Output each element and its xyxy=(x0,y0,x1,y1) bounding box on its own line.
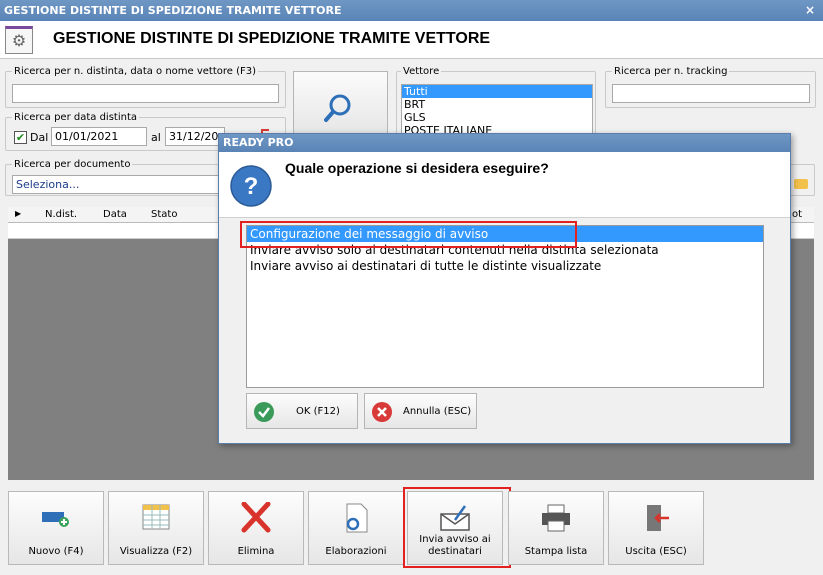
cancel-icon xyxy=(372,402,392,422)
new-button[interactable]: Nuovo (F4) xyxy=(8,491,104,565)
grid-view-icon xyxy=(142,504,170,530)
delete-label: Elimina xyxy=(237,546,275,557)
date-search-label: Ricerca per data distinta xyxy=(12,112,139,123)
send-button-highlight xyxy=(403,487,511,568)
view-button[interactable]: Visualizza (F2) xyxy=(108,491,204,565)
document-search-label: Ricerca per documento xyxy=(12,159,133,170)
number-search-input[interactable] xyxy=(12,84,279,103)
ok-label: OK (F12) xyxy=(296,406,340,417)
operation-dialog: READY PRO ? Quale operazione si desidera… xyxy=(218,133,791,444)
carrier-option[interactable]: BRT xyxy=(402,98,592,111)
carrier-option[interactable]: Tutti xyxy=(402,85,592,98)
delete-icon xyxy=(241,502,271,533)
dialog-header: ? Quale operazione si desidera eseguire? xyxy=(219,152,790,218)
column-header[interactable]: N.dist. xyxy=(45,209,77,220)
from-label: Dal xyxy=(30,131,49,144)
print-list-label: Stampa lista xyxy=(524,546,588,557)
document-select[interactable]: Seleziona... xyxy=(12,175,222,194)
exit-door-icon xyxy=(647,505,669,531)
to-label: al xyxy=(151,131,161,144)
delete-button[interactable]: Elimina xyxy=(208,491,304,565)
search-icon xyxy=(324,94,351,122)
process-label: Elaborazioni xyxy=(325,546,387,557)
ok-check-icon xyxy=(254,402,274,422)
tracking-label: Ricerca per n. tracking xyxy=(612,66,730,77)
svg-text:?: ? xyxy=(244,173,259,200)
number-search-label: Ricerca per n. distinta, data o nome vet… xyxy=(12,66,259,77)
option-send-all[interactable]: Inviare avviso ai destinatari di tutte l… xyxy=(247,258,763,274)
from-date-checkbox[interactable]: ✔ xyxy=(14,131,27,144)
gears-icon: ⚙ xyxy=(5,26,33,54)
from-date-input[interactable]: 01/01/2021 xyxy=(51,127,147,146)
folder-icon[interactable] xyxy=(794,179,808,189)
column-header[interactable]: Stato xyxy=(151,209,177,220)
search-button[interactable] xyxy=(293,71,388,141)
option-highlight xyxy=(240,221,577,248)
view-label: Visualizza (F2) xyxy=(119,546,193,557)
dialog-title: READY PRO xyxy=(219,134,790,152)
printer-icon xyxy=(542,504,570,532)
close-icon[interactable]: × xyxy=(805,0,815,21)
new-icon xyxy=(42,512,69,527)
dialog-question: Quale operazione si desidera eseguire? xyxy=(285,160,549,176)
carrier-option[interactable]: GLS xyxy=(402,111,592,124)
row-indicator-icon: ▶ xyxy=(15,209,22,218)
tracking-input[interactable] xyxy=(612,84,810,103)
column-header[interactable]: Data xyxy=(103,209,127,220)
cancel-label: Annulla (ESC) xyxy=(403,406,472,417)
exit-button[interactable]: Uscita (ESC) xyxy=(608,491,704,565)
window-title: GESTIONE DISTINTE DI SPEDIZIONE TRAMITE … xyxy=(4,4,342,17)
to-date-input[interactable]: 31/12/20 xyxy=(165,127,225,146)
document-gear-icon xyxy=(346,503,368,533)
process-button[interactable]: Elaborazioni xyxy=(308,491,404,565)
column-header[interactable]: ot xyxy=(792,209,802,220)
question-icon: ? xyxy=(230,165,272,207)
new-label: Nuovo (F4) xyxy=(28,546,84,557)
operation-options-list[interactable]: Configurazione dei messaggio di avviso I… xyxy=(246,225,764,388)
exit-label: Uscita (ESC) xyxy=(625,546,687,557)
form-header: ⚙ GESTIONE DISTINTE DI SPEDIZIONE TRAMIT… xyxy=(0,21,823,59)
carrier-list[interactable]: Tutti BRT GLS POSTE ITALIANE xyxy=(401,84,593,134)
ok-button[interactable]: OK (F12) xyxy=(246,393,358,429)
carrier-label: Vettore xyxy=(401,66,442,77)
print-list-button[interactable]: Stampa lista xyxy=(508,491,604,565)
page-title: GESTIONE DISTINTE DI SPEDIZIONE TRAMITE … xyxy=(53,30,491,47)
cancel-button[interactable]: Annulla (ESC) xyxy=(364,393,477,429)
window-title-bar: GESTIONE DISTINTE DI SPEDIZIONE TRAMITE … xyxy=(0,0,823,21)
